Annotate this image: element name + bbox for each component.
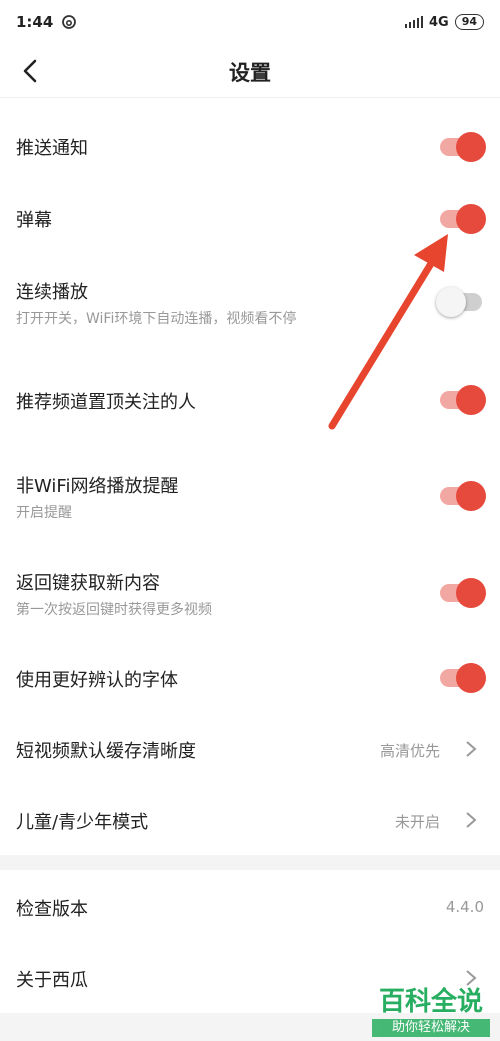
setting-subtitle: 开启提醒 [16,505,72,521]
watermark-logo: 百科全说 助你轻松解决 [372,987,490,1037]
setting-label: 连续播放 [16,282,88,303]
setting-row-readable-font[interactable]: 使用更好辨认的字体 [0,642,500,714]
setting-label: 短视频默认缓存清晰度 [16,741,196,762]
setting-label: 推荐频道置顶关注的人 [16,392,196,413]
toggle-knob [456,204,486,234]
setting-label: 关于西瓜 [16,970,88,991]
setting-label: 检查版本 [16,899,88,920]
app-notification-icon [62,15,77,29]
setting-subtitle: 第一次按返回键时获得更多视频 [16,602,212,618]
page-title: 设置 [229,61,271,85]
toggle-knob [456,481,486,511]
danmaku-toggle[interactable] [440,204,486,234]
setting-label: 推送通知 [16,138,88,159]
setting-value: 高清优先 [379,742,440,760]
setting-label: 非WiFi网络播放提醒 [16,476,179,497]
setting-row-check-version[interactable]: 检查版本 4.4.0 [0,870,500,942]
setting-label: 使用更好辨认的字体 [16,670,178,691]
battery-level: 94 [461,15,477,28]
chevron-right-icon [466,741,477,757]
section-divider [0,855,500,870]
non-wifi-reminder-toggle[interactable] [440,481,486,511]
setting-row-youth-mode[interactable]: 儿童/青少年模式 未开启 [0,784,500,855]
signal-icon [404,16,423,28]
version-value: 4.4.0 [445,898,484,916]
chevron-right-icon [466,812,477,828]
nav-bar: 设置 [0,44,500,98]
setting-value: 未开启 [394,813,440,831]
chevron-right-icon [466,970,477,986]
setting-label: 儿童/青少年模式 [16,812,149,833]
status-bar: 1:44 4G 94 [0,0,500,44]
toggle-knob [456,578,486,608]
toggle-knob [456,132,486,162]
setting-row-non-wifi-reminder[interactable]: 非WiFi网络播放提醒 开启提醒 [0,446,500,542]
autoplay-toggle[interactable] [436,287,482,317]
toggle-knob [456,663,486,693]
readable-font-toggle[interactable] [440,663,486,693]
pin-followed-toggle[interactable] [440,385,486,415]
push-notify-toggle[interactable] [440,132,486,162]
toggle-knob [456,385,486,415]
setting-label: 弹幕 [16,210,52,231]
back-refresh-toggle[interactable] [440,578,486,608]
setting-row-cache-quality[interactable]: 短视频默认缓存清晰度 高清优先 [0,714,500,784]
watermark-title: 百科全说 [378,987,483,1017]
setting-subtitle: 打开开关，WiFi环境下自动连播，视频看不停 [16,311,297,327]
setting-label: 返回键获取新内容 [16,573,160,594]
setting-row-back-refresh[interactable]: 返回键获取新内容 第一次按返回键时获得更多视频 [0,542,500,642]
setting-row-danmaku[interactable]: 弹幕 [0,170,500,240]
battery-icon: 94 [454,14,484,30]
setting-row-autoplay[interactable]: 连续播放 打开开关，WiFi环境下自动连播，视频看不停 [0,240,500,350]
network-type: 4G [428,14,449,30]
watermark-subtitle: 助你轻松解决 [372,1019,490,1037]
toggle-knob [436,287,466,317]
setting-row-pin-followed[interactable]: 推荐频道置顶关注的人 [0,350,500,446]
status-time: 1:44 [16,13,54,31]
